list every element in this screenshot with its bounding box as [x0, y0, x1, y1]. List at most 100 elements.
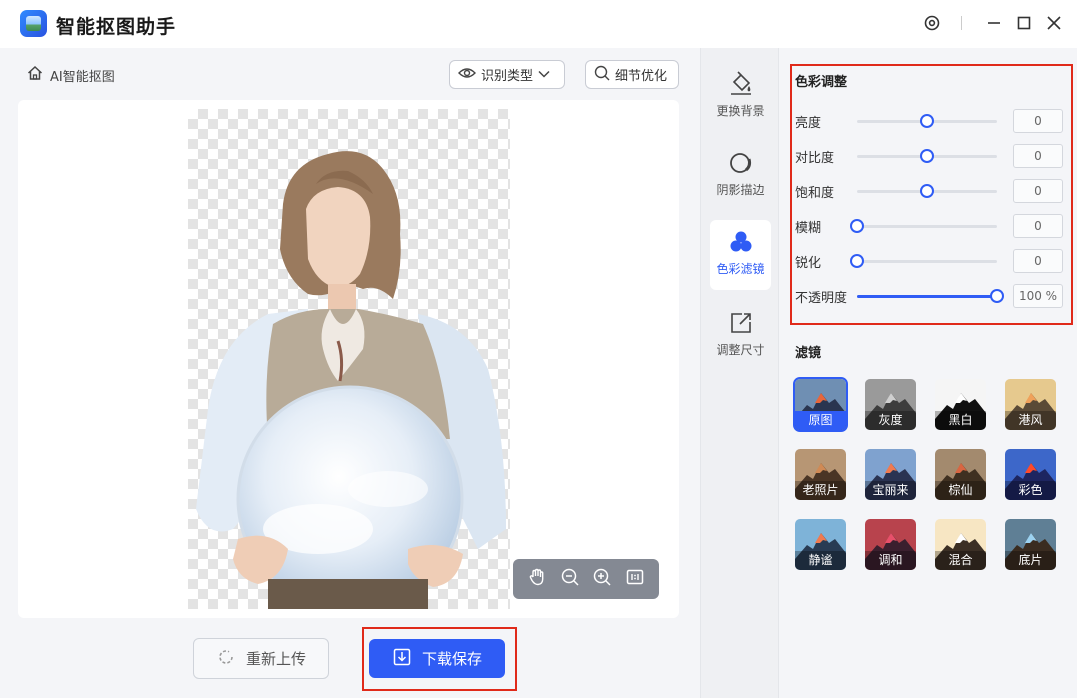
- filter-label: 原图: [795, 411, 846, 430]
- adjust-slider-thumb[interactable]: [920, 114, 934, 128]
- cutout-image[interactable]: [188, 109, 510, 609]
- tool-column: 更换背景 阴影描边 色彩滤镜 调整尺寸: [700, 48, 779, 698]
- tool-resize[interactable]: 调整尺寸: [710, 301, 771, 371]
- resize-icon: [728, 309, 754, 337]
- adjust-value-text: 0: [1034, 184, 1042, 198]
- refresh-icon: [216, 647, 236, 671]
- filter-thumbnail[interactable]: 原图: [793, 377, 848, 432]
- adjust-row: 不透明度 100%: [795, 284, 1065, 308]
- adjust-value-field[interactable]: 100%: [1013, 284, 1063, 308]
- adjust-label: 模糊: [795, 221, 822, 236]
- adjust-row: 对比度 0: [795, 144, 1065, 168]
- reupload-label: 重新上传: [245, 650, 306, 668]
- adjust-value-text: 0: [1034, 149, 1042, 163]
- filter-thumbnail[interactable]: 黑白: [935, 379, 986, 430]
- zoom-out-icon[interactable]: [560, 567, 580, 591]
- filter-thumbnail[interactable]: 棕仙: [935, 449, 986, 500]
- adjust-slider-thumb[interactable]: [850, 219, 864, 233]
- filter-label: 黑白: [935, 411, 986, 430]
- filter-thumbnail[interactable]: 调和: [865, 519, 916, 570]
- breadcrumb-label: AI智能抠图: [50, 69, 115, 85]
- home-icon: [26, 64, 44, 86]
- adjust-label: 亮度: [795, 116, 822, 131]
- download-icon: [392, 647, 412, 671]
- adjust-slider-thumb[interactable]: [920, 149, 934, 163]
- tool-change-background[interactable]: 更换背景: [710, 62, 771, 132]
- download-save-label: 下载保存: [421, 650, 482, 668]
- settings-icon[interactable]: [921, 12, 943, 34]
- recognize-type-label: 识别类型: [481, 69, 534, 84]
- filter-thumbnail[interactable]: 彩色: [1005, 449, 1056, 500]
- app-logo-icon: [20, 10, 47, 37]
- adjust-slider-thumb[interactable]: [920, 184, 934, 198]
- adjust-value-text: 100: [1019, 289, 1042, 303]
- filter-label: 港风: [1005, 411, 1056, 430]
- adjust-label: 饱和度: [795, 186, 835, 201]
- adjust-slider-thumb[interactable]: [850, 254, 864, 268]
- filter-label: 底片: [1005, 551, 1056, 570]
- adjust-slider[interactable]: [857, 114, 997, 128]
- zoom-in-icon[interactable]: [592, 567, 612, 591]
- download-save-button[interactable]: 下载保存: [369, 639, 505, 678]
- tool-color-filter-label: 色彩滤镜: [716, 262, 765, 276]
- shadow-outline-icon: [728, 149, 754, 177]
- adjust-slider-fill: [857, 295, 997, 298]
- filter-thumbnail[interactable]: 混合: [935, 519, 986, 570]
- filter-thumbnail[interactable]: 底片: [1005, 519, 1056, 570]
- close-icon[interactable]: [1043, 12, 1065, 34]
- filter-label: 棕仙: [935, 481, 986, 500]
- workspace: AI智能抠图 识别类型 细节优化 重新上传 下载保存: [0, 48, 700, 698]
- tool-change-background-label: 更换背景: [716, 104, 765, 118]
- adjust-value-field[interactable]: 0: [1013, 179, 1063, 203]
- adjust-slider[interactable]: [857, 184, 997, 198]
- adjust-value-field[interactable]: 0: [1013, 249, 1063, 273]
- filter-label: 调和: [865, 551, 916, 570]
- tool-shadow-outline[interactable]: 阴影描边: [710, 141, 771, 211]
- adjust-value-field[interactable]: 0: [1013, 214, 1063, 238]
- tool-shadow-outline-label: 阴影描边: [716, 183, 765, 197]
- adjust-row: 模糊 0: [795, 214, 1065, 238]
- adjust-value-field[interactable]: 0: [1013, 109, 1063, 133]
- color-adjust-title: 色彩调整: [795, 75, 848, 90]
- adjust-unit: %: [1045, 289, 1057, 303]
- hand-pan-icon[interactable]: [527, 567, 547, 591]
- filter-label: 老照片: [795, 481, 846, 500]
- filter-label: 静谧: [795, 551, 846, 570]
- cutout-person-illustration: [196, 151, 506, 609]
- filter-label: 彩色: [1005, 481, 1056, 500]
- reupload-button[interactable]: 重新上传: [193, 638, 329, 679]
- recognize-type-dropdown[interactable]: 识别类型: [449, 60, 565, 89]
- adjust-slider[interactable]: [850, 254, 997, 268]
- filter-thumbnail[interactable]: 港风: [1005, 379, 1056, 430]
- breadcrumb[interactable]: AI智能抠图: [26, 64, 115, 86]
- filter-thumbnail[interactable]: 灰度: [865, 379, 916, 430]
- maximize-icon[interactable]: [1013, 12, 1035, 34]
- title-bar: 智能抠图助手: [0, 0, 1077, 48]
- adjust-slider[interactable]: [857, 149, 997, 163]
- adjust-slider[interactable]: [850, 219, 997, 233]
- adjust-value-text: 0: [1034, 114, 1042, 128]
- filter-thumbnail[interactable]: 静谧: [795, 519, 846, 570]
- adjust-row: 饱和度 0: [795, 179, 1065, 203]
- adjust-slider[interactable]: [857, 289, 1004, 303]
- detail-optimize-label: 细节优化: [615, 69, 668, 84]
- adjust-label: 锐化: [795, 256, 822, 271]
- filter-thumbnail[interactable]: 老照片: [795, 449, 846, 500]
- adjust-label: 对比度: [795, 151, 835, 166]
- adjust-value-field[interactable]: 0: [1013, 144, 1063, 168]
- minimize-icon[interactable]: [983, 12, 1005, 34]
- filter-thumbnail[interactable]: 宝丽来: [865, 449, 916, 500]
- detail-optimize-button[interactable]: 细节优化: [585, 60, 679, 89]
- actual-size-icon[interactable]: [625, 567, 645, 591]
- chevron-down-icon: [538, 67, 550, 82]
- app-title: 智能抠图助手: [56, 16, 177, 38]
- adjust-label: 不透明度: [795, 291, 848, 306]
- color-filter-icon: [728, 228, 754, 256]
- adjust-panel: 色彩调整 亮度 0 对比度 0 饱和度 0 模糊 0 锐化 0 不透明度 100% 滤镜 原图 灰度 黑白…: [780, 48, 1077, 698]
- filter-label: 灰度: [865, 411, 916, 430]
- titlebar-separator: [961, 16, 962, 30]
- filter-label: 宝丽来: [865, 481, 916, 500]
- canvas-card: [18, 100, 679, 618]
- adjust-slider-thumb[interactable]: [990, 289, 1004, 303]
- tool-color-filter[interactable]: 色彩滤镜: [710, 220, 771, 290]
